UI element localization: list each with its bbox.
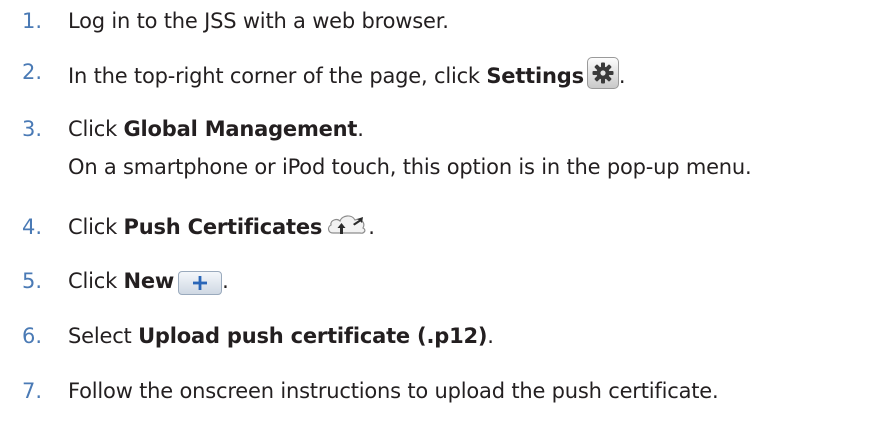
gear-icon <box>586 57 619 89</box>
upload-push-certificate-label: Upload push certificate (.p12) <box>138 324 488 348</box>
step-text-pre: Click <box>68 215 124 239</box>
new-label: New <box>123 269 175 293</box>
step-text-pre: Select <box>68 324 139 348</box>
step-number: 7. <box>22 379 43 403</box>
step-number: 5. <box>22 269 43 293</box>
step-text-pre: Click <box>68 117 124 141</box>
step-text-post: . <box>487 324 494 348</box>
step-number: 1. <box>22 9 43 33</box>
step-number: 6. <box>22 324 43 348</box>
step-text: Select Upload push certificate (.p12). <box>68 321 494 351</box>
step-text-pre: In the top-right corner of the page, cli… <box>68 64 487 88</box>
step-text-post: . <box>357 117 364 141</box>
step-text-pre: Click <box>68 269 124 293</box>
step-text: Log in to the JSS with a web browser. <box>68 9 449 33</box>
push-certificates-label: Push Certificates <box>123 215 323 239</box>
step-text: In the top-right corner of the page, cli… <box>68 57 626 91</box>
cloud-upload-icon <box>326 212 368 238</box>
step-note: On a smartphone or iPod touch, this opti… <box>68 155 752 179</box>
global-management-label: Global Management <box>123 117 358 141</box>
step-text: Click Global Management. <box>68 114 364 144</box>
step-text: Click Push Certificates . <box>68 212 375 242</box>
step-number: 4. <box>22 215 43 239</box>
step-text-post: . <box>222 269 229 293</box>
step-number: 3. <box>22 117 43 141</box>
instruction-list: 1. Log in to the JSS with a web browser.… <box>0 0 880 435</box>
step-number: 2. <box>22 60 43 84</box>
step-text: Follow the onscreen instructions to uplo… <box>68 379 719 403</box>
plus-icon <box>178 271 223 295</box>
settings-label: Settings <box>486 64 584 88</box>
step-text-post: . <box>368 215 375 239</box>
step-text-post: . <box>618 64 626 88</box>
step-text: Click New . <box>68 266 229 296</box>
